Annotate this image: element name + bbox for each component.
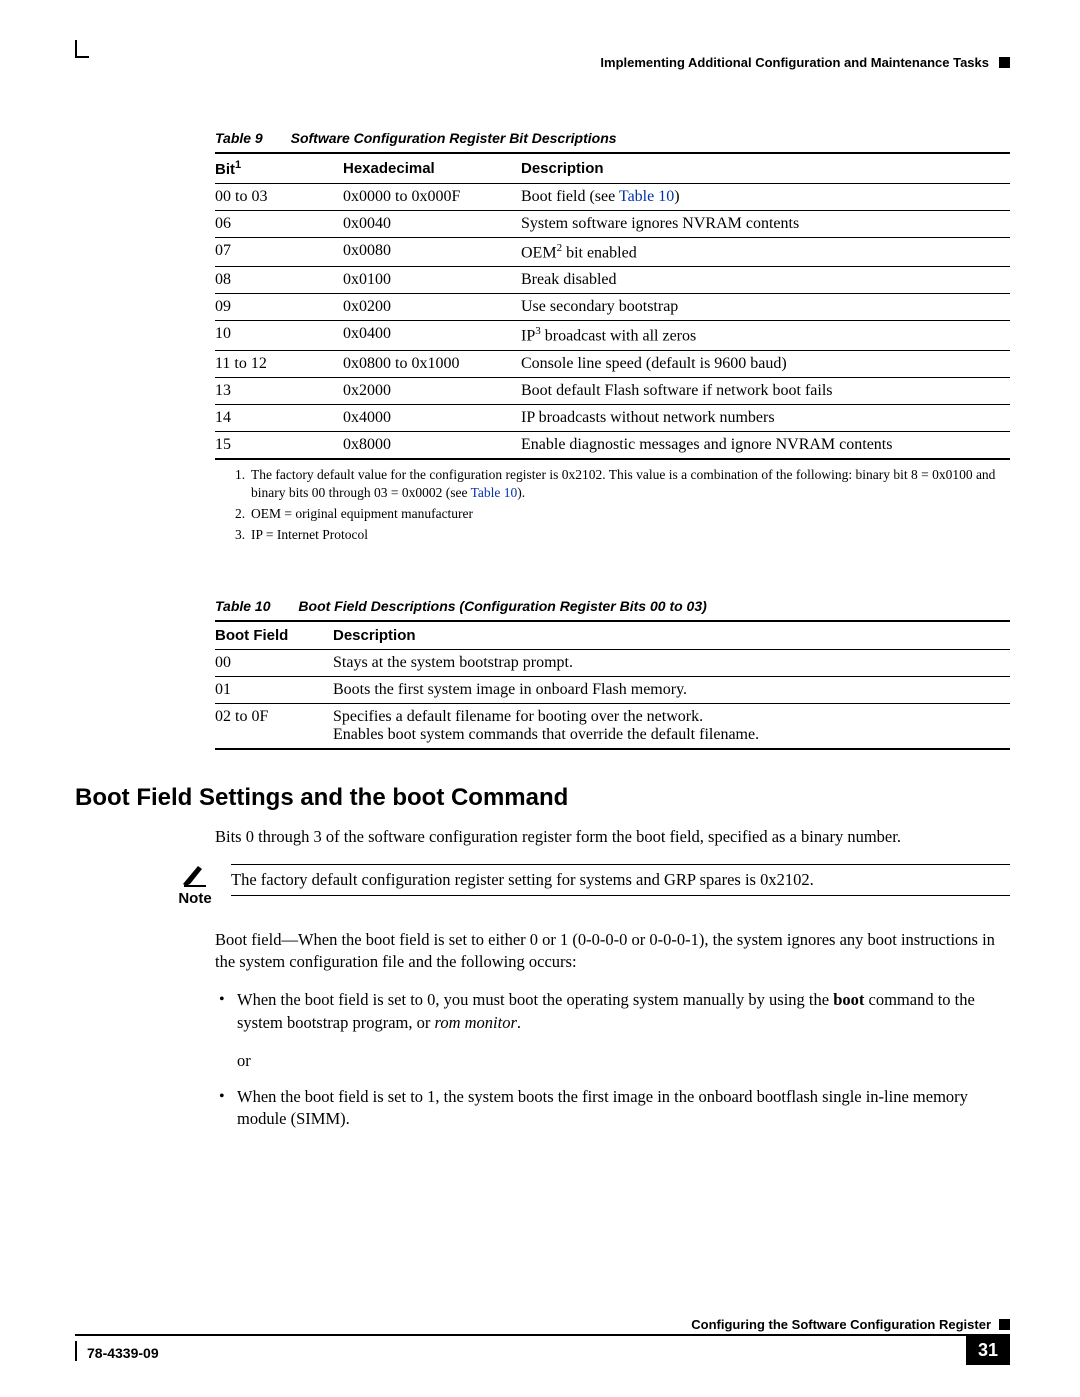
table9: Bit1 Hexadecimal Description 00 to 03 0x… [215,152,1010,460]
table-row: 00 to 03 0x0000 to 0x000F Boot field (se… [215,184,1010,211]
table9-th-hex: Hexadecimal [343,153,521,184]
bullet-list: When the boot field is set to 0, you mus… [215,989,1010,1034]
table10-th-bootfield: Boot Field [215,621,333,650]
running-title: Implementing Additional Configuration an… [600,55,989,70]
table-row: 14 0x4000 IP broadcasts without network … [215,404,1010,431]
table10-link[interactable]: Table 10 [471,485,518,500]
header-square-icon [999,57,1010,68]
table10: Boot Field Description 00 Stays at the s… [215,620,1010,750]
running-header: Implementing Additional Configuration an… [600,55,1010,70]
table9-th-desc: Description [521,153,1010,184]
list-item: When the boot field is set to 0, you mus… [215,989,1010,1034]
table-row: 02 to 0F Specifies a default filename fo… [215,703,1010,749]
table-row: 00 Stays at the system bootstrap prompt. [215,649,1010,676]
table-row: 13 0x2000 Boot default Flash software if… [215,377,1010,404]
note-text: The factory default configuration regist… [231,864,1010,896]
note-label: Note [178,890,211,907]
table-row: 09 0x0200 Use secondary bootstrap [215,294,1010,321]
table10-th-desc: Description [333,621,1010,650]
footer-section-title: Configuring the Software Configuration R… [691,1317,991,1332]
crop-mark [75,56,89,58]
table-row: 15 0x8000 Enable diagnostic messages and… [215,431,1010,459]
table9-footnotes: 1. The factory default value for the con… [235,466,1010,545]
table-row: 07 0x0080 OEM2 bit enabled [215,238,1010,267]
table-row: 08 0x0100 Break disabled [215,267,1010,294]
table-row: 10 0x0400 IP3 broadcast with all zeros [215,321,1010,350]
table-row: 06 0x0040 System software ignores NVRAM … [215,211,1010,238]
table10-title: Boot Field Descriptions (Configuration R… [298,598,706,614]
table9-caption: Table 9 Software Configuration Register … [215,130,1010,146]
table10-label: Table 10 [215,598,271,614]
table9-label: Table 9 [215,130,263,146]
bootfield-paragraph: Boot field—When the boot field is set to… [215,929,1010,974]
table-row: 01 Boots the first system image in onboa… [215,676,1010,703]
note-icon: Note [175,864,215,907]
table10-link[interactable]: Table 10 [619,188,674,205]
table9-th-bit: Bit1 [215,153,343,184]
table-row: 11 to 12 0x0800 to 0x1000 Console line s… [215,350,1010,377]
intro-paragraph: Bits 0 through 3 of the software configu… [215,826,1010,848]
footer-square-icon [999,1319,1010,1330]
list-item: When the boot field is set to 1, the sys… [215,1086,1010,1131]
or-text: or [237,1050,1010,1072]
section-heading: Boot Field Settings and the boot Command [75,784,1010,812]
note-block: Note The factory default configuration r… [175,864,1010,907]
doc-number: 78-4339-09 [75,1341,159,1361]
table10-caption: Table 10 Boot Field Descriptions (Config… [215,598,1010,614]
page-number: 31 [966,1336,1010,1365]
table9-title: Software Configuration Register Bit Desc… [291,130,617,146]
page-footer: Configuring the Software Configuration R… [75,1317,1010,1365]
bullet-list: When the boot field is set to 1, the sys… [215,1086,1010,1131]
